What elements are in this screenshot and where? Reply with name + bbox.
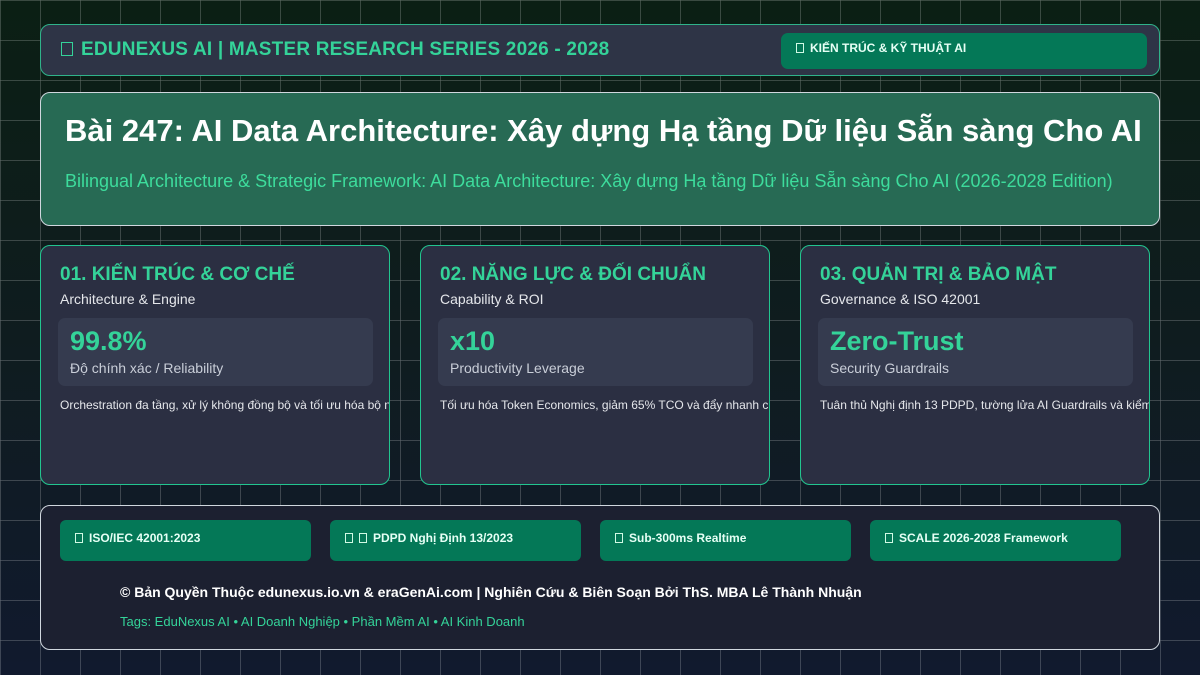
card-title: 02. NĂNG LỰC & ĐỐI CHUẨN <box>440 264 706 285</box>
card-description: Tuân thủ Nghị định 13 PDPD, tường lửa AI… <box>820 398 1150 412</box>
badge-realtime[interactable]: Sub-300ms Realtime <box>600 520 851 561</box>
laptop-icon <box>61 42 73 56</box>
metric-value: x10 <box>450 326 496 356</box>
metric-box: 99.8% Độ chính xác / Reliability <box>58 318 373 386</box>
header-bar: EDUNEXUS AI | MASTER RESEARCH SERIES 202… <box>40 24 1160 76</box>
copyright-text: © Bản Quyền Thuộc edunexus.io.vn & eraGe… <box>120 584 862 600</box>
metric-label: Độ chính xác / Reliability <box>70 360 224 376</box>
card-description: Orchestration đa tầng, xử lý không đồng … <box>60 398 390 412</box>
shield-icon <box>75 533 83 543</box>
chart-icon <box>885 533 893 543</box>
card-subtitle: Architecture & Engine <box>60 291 196 307</box>
slide: EDUNEXUS AI | MASTER RESEARCH SERIES 202… <box>0 0 1200 675</box>
card-subtitle: Governance & ISO 42001 <box>820 291 981 307</box>
card-capability: 02. NĂNG LỰC & ĐỐI CHUẨN Capability & RO… <box>420 245 770 485</box>
flag-icon <box>345 533 353 543</box>
card-governance: 03. QUẢN TRỊ & BẢO MẬT Governance & ISO … <box>800 245 1150 485</box>
footer-panel: ISO/IEC 42001:2023 PDPD Nghị Định 13/202… <box>40 505 1160 650</box>
brand-text: EDUNEXUS AI | MASTER RESEARCH SERIES 202… <box>81 39 610 60</box>
label-icon <box>796 43 804 53</box>
metric-label: Security Guardrails <box>830 360 950 376</box>
metric-value: Zero-Trust <box>830 326 964 356</box>
badge-text: Sub-300ms Realtime <box>629 531 747 545</box>
flag-icon <box>359 533 367 543</box>
card-subtitle: Capability & ROI <box>440 291 544 307</box>
tags-line: Tags: EduNexus AI • AI Doanh Nghiệp • Ph… <box>120 614 525 629</box>
badge-text: SCALE 2026-2028 Framework <box>899 531 1068 545</box>
card-title: 03. QUẢN TRỊ & BẢO MẬT <box>820 264 1057 285</box>
lightning-icon <box>615 533 623 543</box>
badge-text: PDPD Nghị Định 13/2023 <box>373 531 514 545</box>
category-badge[interactable]: KIẾN TRÚC & KỸ THUẬT AI <box>781 33 1147 69</box>
card-architecture: 01. KIẾN TRÚC & CƠ CHẾ Architecture & En… <box>40 245 390 485</box>
card-description: Tối ưu hóa Token Economics, giảm 65% TCO… <box>440 398 770 412</box>
metric-value: 99.8% <box>70 326 147 356</box>
card-title: 01. KIẾN TRÚC & CƠ CHẾ <box>60 264 295 285</box>
badge-pdpd[interactable]: PDPD Nghị Định 13/2023 <box>330 520 581 561</box>
page-subtitle: Bilingual Architecture & Strategic Frame… <box>65 171 1113 191</box>
page-title: Bài 247: AI Data Architecture: Xây dựng … <box>65 113 1142 148</box>
badge-scale[interactable]: SCALE 2026-2028 Framework <box>870 520 1121 561</box>
hero-panel: Bài 247: AI Data Architecture: Xây dựng … <box>40 92 1160 226</box>
brand-title: EDUNEXUS AI | MASTER RESEARCH SERIES 202… <box>61 39 609 61</box>
badge-text: ISO/IEC 42001:2023 <box>89 531 201 545</box>
metric-box: x10 Productivity Leverage <box>438 318 753 386</box>
metric-box: Zero-Trust Security Guardrails <box>818 318 1133 386</box>
metric-label: Productivity Leverage <box>450 360 585 376</box>
badge-iso[interactable]: ISO/IEC 42001:2023 <box>60 520 311 561</box>
category-text: KIẾN TRÚC & KỸ THUẬT AI <box>810 41 967 55</box>
